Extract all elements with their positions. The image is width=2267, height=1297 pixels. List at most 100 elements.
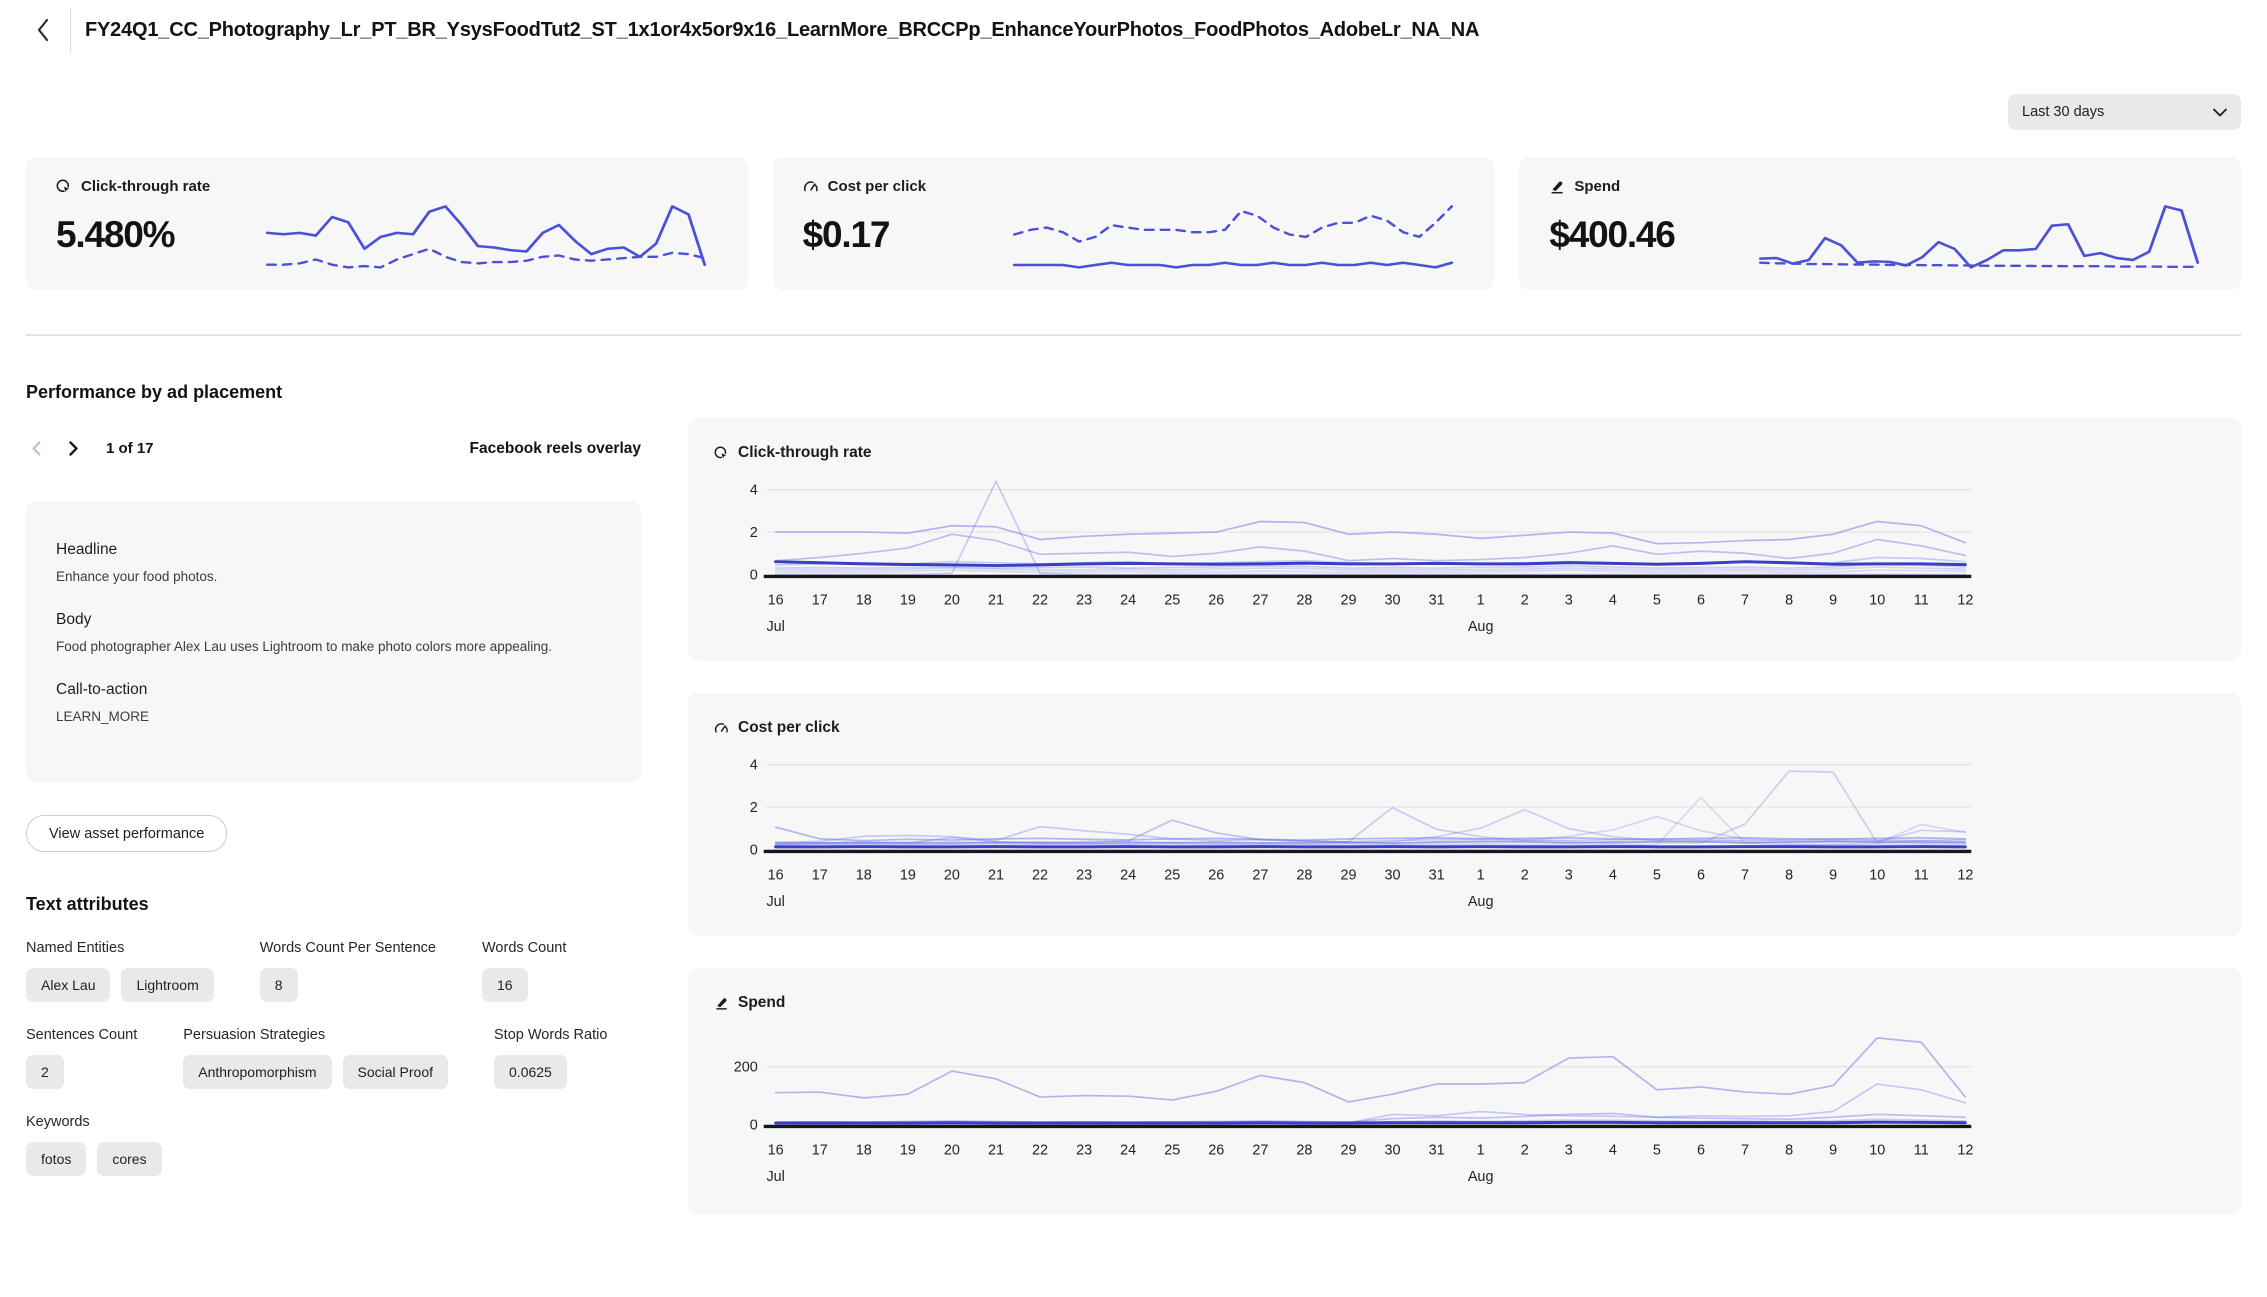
topbar-divider: [70, 8, 71, 52]
kpi-card-ctr: Click-through rate 5.480%: [26, 157, 748, 290]
chart-line: [776, 481, 1966, 574]
y-tick-label: 0: [750, 567, 758, 583]
chart-panel-cpc: Cost per click 0241617181920212223242526…: [688, 693, 2241, 936]
x-tick-label: 4: [1609, 592, 1617, 608]
gauge-icon: [714, 721, 729, 736]
attribute-chip: Alex Lau: [26, 968, 110, 1002]
sparkline-current-period: [267, 206, 704, 264]
attribute-label: Words Count Per Sentence: [260, 940, 436, 956]
page-title: FY24Q1_CC_Photography_Lr_PT_BR_YsysFoodT…: [75, 19, 1479, 42]
month-label: Aug: [1468, 619, 1494, 635]
kpi-value: 5.480%: [56, 214, 261, 256]
kpi-label: Spend: [1574, 178, 1620, 195]
headline-label: Headline: [56, 541, 611, 559]
x-tick-label: 20: [944, 1142, 960, 1158]
sparkline-current-period: [1761, 206, 2198, 267]
x-tick-label: 16: [768, 867, 784, 883]
x-tick-label: 6: [1697, 1142, 1705, 1158]
x-tick-label: 12: [1957, 592, 1973, 608]
x-tick-label: 7: [1741, 1142, 1749, 1158]
x-tick-label: 17: [812, 592, 828, 608]
x-tick-label: 16: [768, 1142, 784, 1158]
x-tick-label: 12: [1957, 1142, 1973, 1158]
x-tick-label: 2: [1521, 1142, 1529, 1158]
sparkline-previous-period: [267, 249, 704, 268]
attribute-chip: 8: [260, 968, 298, 1002]
x-tick-label: 20: [944, 592, 960, 608]
attribute-chips: 8: [260, 968, 436, 1002]
attribute-group: Stop Words Ratio0.0625: [494, 1027, 607, 1089]
x-tick-label: 28: [1296, 592, 1312, 608]
x-tick-label: 22: [1032, 592, 1048, 608]
chart-line: [776, 1038, 1966, 1102]
x-tick-label: 20: [944, 867, 960, 883]
x-tick-label: 26: [1208, 592, 1224, 608]
x-tick-label: 6: [1697, 592, 1705, 608]
x-tick-label: 11: [1914, 1142, 1929, 1158]
text-attributes-heading: Text attributes: [26, 894, 641, 915]
chart-title: Spend: [738, 994, 785, 1012]
left-column: 1 of 17 Facebook reels overlay Headline …: [26, 418, 641, 1215]
x-tick-label: 30: [1385, 592, 1401, 608]
charts-column: Click-through rate 024161718192021222324…: [688, 418, 2241, 1215]
section-divider: [26, 334, 2241, 336]
x-tick-label: 25: [1164, 592, 1180, 608]
x-tick-label: 8: [1785, 1142, 1793, 1158]
attribute-chip: fotos: [26, 1142, 86, 1176]
x-tick-label: 1: [1477, 1142, 1485, 1158]
x-tick-label: 21: [988, 867, 1004, 883]
attribute-chip: Lightroom: [121, 968, 213, 1002]
x-tick-label: 11: [1914, 592, 1929, 608]
attribute-row: Keywordsfotoscores: [26, 1114, 641, 1176]
x-tick-label: 5: [1653, 592, 1661, 608]
x-tick-label: 5: [1653, 867, 1661, 883]
chart-title: Cost per click: [738, 719, 840, 737]
attribute-chip: cores: [97, 1142, 161, 1176]
x-tick-label: 29: [1340, 867, 1356, 883]
attribute-chips: Alex Lau Lightroom: [26, 968, 214, 1002]
attribute-group: Keywordsfotoscores: [26, 1114, 162, 1176]
spend-icon: [1549, 179, 1565, 195]
x-tick-label: 9: [1829, 867, 1837, 883]
x-tick-label: 29: [1340, 1142, 1356, 1158]
x-tick-label: 27: [1252, 1142, 1268, 1158]
x-tick-label: 3: [1565, 592, 1573, 608]
x-tick-label: 4: [1609, 867, 1617, 883]
attribute-chips: AnthropomorphismSocial Proof: [183, 1055, 448, 1089]
x-tick-label: 31: [1429, 1142, 1445, 1158]
content-row: 1 of 17 Facebook reels overlay Headline …: [26, 418, 2241, 1215]
x-tick-label: 3: [1565, 867, 1573, 883]
y-tick-label: 4: [750, 758, 758, 774]
y-tick-label: 4: [750, 483, 758, 499]
y-tick-label: 0: [750, 842, 758, 858]
x-tick-label: 12: [1957, 867, 1973, 883]
x-tick-label: 3: [1565, 1142, 1573, 1158]
date-range-dropdown[interactable]: Last 30 days: [2008, 94, 2241, 130]
pagination-next-button[interactable]: [63, 438, 84, 459]
x-tick-label: 23: [1076, 592, 1092, 608]
attribute-label: Stop Words Ratio: [494, 1027, 607, 1043]
x-tick-label: 25: [1164, 1142, 1180, 1158]
kpi-value: $400.46: [1549, 214, 1754, 256]
x-tick-label: 4: [1609, 1142, 1617, 1158]
kpi-card-spend: Spend $400.46: [1519, 157, 2241, 290]
x-tick-label: 19: [900, 1142, 916, 1158]
filter-row: Last 30 days: [26, 94, 2241, 130]
month-label: Aug: [1468, 1169, 1494, 1185]
back-button[interactable]: [26, 10, 60, 50]
x-tick-label: 16: [768, 592, 784, 608]
y-tick-label: 2: [750, 525, 758, 541]
pagination-count: 1 of 17: [106, 440, 154, 457]
x-tick-label: 10: [1869, 1142, 1885, 1158]
attribute-label: Sentences Count: [26, 1027, 137, 1043]
pagination-prev-button[interactable]: [26, 438, 47, 459]
kpi-sparkline: [1008, 195, 1458, 275]
x-tick-label: 27: [1252, 592, 1268, 608]
month-label: Jul: [766, 1169, 784, 1185]
attribute-chip: Anthropomorphism: [183, 1055, 331, 1089]
view-asset-performance-button[interactable]: View asset performance: [26, 815, 227, 852]
y-tick-label: 0: [750, 1117, 758, 1133]
x-tick-label: 18: [856, 1142, 872, 1158]
chevron-down-icon: [2213, 108, 2227, 117]
attribute-group: Named EntitiesAlex LauLightroom: [26, 940, 214, 1002]
